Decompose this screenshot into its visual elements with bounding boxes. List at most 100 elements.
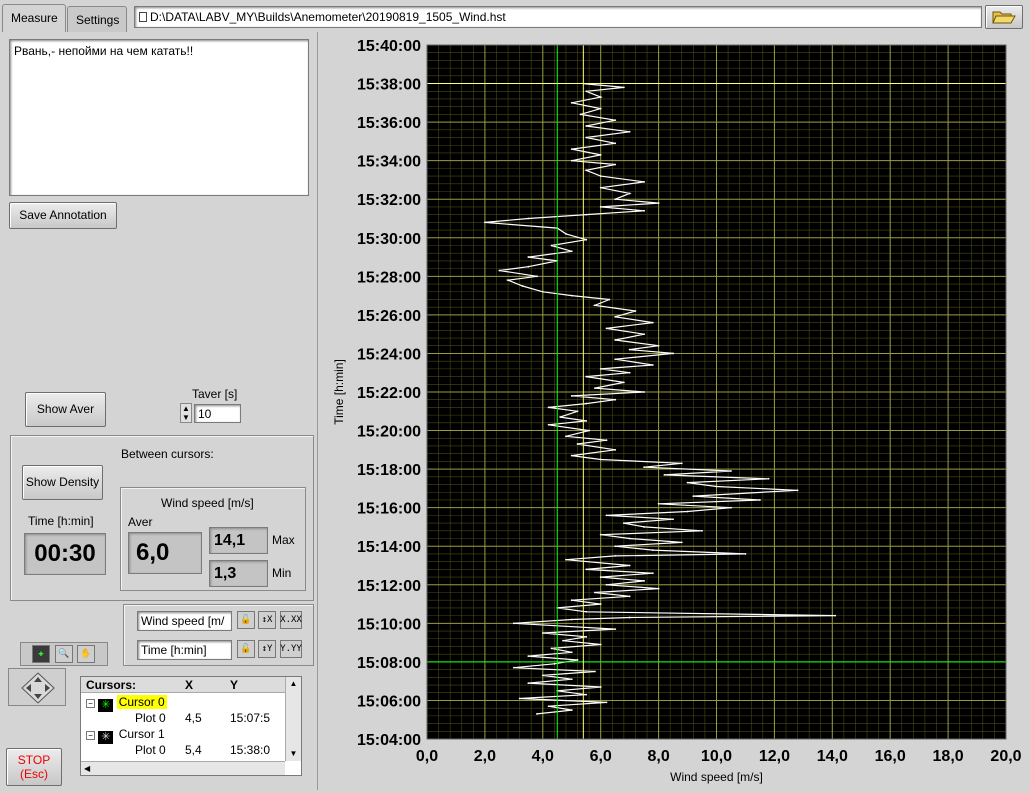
x-autoscale-icon[interactable]: ↕X: [258, 611, 276, 629]
data-point: [643, 391, 646, 393]
show-density-button[interactable]: Show Density: [22, 465, 103, 500]
spin-down-icon[interactable]: ▼: [182, 413, 190, 422]
data-point: [565, 435, 567, 438]
zoom-tool-icon[interactable]: 🔍: [55, 645, 73, 663]
data-point: [614, 198, 617, 201]
cursor1-row[interactable]: − ✳ Cursor 1: [86, 727, 167, 744]
data-point: [585, 420, 588, 422]
y-tick-label: 15:32:00: [357, 192, 421, 209]
data-point: [651, 572, 654, 575]
data-point: [527, 217, 530, 220]
y-lock-icon[interactable]: 🔓: [237, 640, 255, 658]
y-tick-label: 15:26:00: [357, 308, 421, 325]
data-point: [585, 693, 588, 696]
data-point: [599, 686, 602, 688]
collapse-icon[interactable]: −: [86, 699, 95, 708]
y-tick-label: 15:06:00: [357, 693, 421, 710]
data-point: [614, 448, 617, 451]
data-point: [579, 113, 582, 116]
cursor0-name: Cursor 0: [116, 695, 167, 709]
data-point: [614, 398, 617, 401]
data-point: [599, 603, 602, 605]
browse-button[interactable]: [985, 5, 1023, 29]
show-aver-button[interactable]: Show Aver: [25, 392, 106, 427]
tab-measure-label: Measure: [11, 11, 58, 25]
y-axis-name-field[interactable]: Time [h:min]: [137, 640, 232, 660]
file-path-field[interactable]: D:\DATA\LABV_MY\Builds\Anemometer\201908…: [134, 6, 982, 28]
x-axis-name-field[interactable]: Wind speed [m/: [137, 611, 232, 631]
y-tick-label: 15:12:00: [357, 578, 421, 595]
x-tick-label: 16,0: [875, 748, 906, 765]
x-format-label: X.XX: [280, 615, 302, 625]
data-point: [605, 514, 608, 517]
tab-measure[interactable]: Measure: [2, 4, 66, 32]
data-point: [599, 153, 602, 156]
data-point: [767, 477, 770, 480]
data-point: [614, 142, 617, 145]
y-tick-label: 15:18:00: [357, 462, 421, 479]
y-autoscale-icon[interactable]: ↕Y: [258, 640, 276, 658]
stop-label: STOP: [17, 753, 51, 767]
x-tick-label: 2,0: [474, 748, 496, 765]
data-point: [585, 125, 588, 127]
scroll-down-icon[interactable]: ▼: [286, 747, 301, 761]
data-point: [643, 580, 646, 582]
y-tick-label: 15:30:00: [357, 231, 421, 248]
data-point: [570, 618, 573, 621]
data-point: [576, 443, 579, 445]
stop-button[interactable]: STOP (Esc): [6, 748, 62, 786]
data-point: [536, 275, 538, 278]
data-point: [686, 481, 689, 484]
x-lock-icon[interactable]: 🔓: [237, 611, 255, 629]
data-point: [527, 256, 530, 258]
data-point: [562, 639, 564, 642]
taver-spinner[interactable]: ▲ ▼: [180, 403, 192, 423]
data-point: [570, 250, 573, 253]
data-point: [622, 522, 625, 524]
collapse-icon[interactable]: −: [86, 731, 95, 740]
wind-speed-chart[interactable]: 0,0 2,0 4,0 6,0 8,0 10,0 12,0 14,0 16,0 18,0 20,0 1…: [320, 34, 1028, 790]
cursor0-plot-row: Plot 0: [135, 711, 166, 725]
data-point: [599, 533, 602, 536]
data-point: [796, 489, 799, 492]
data-point: [541, 290, 544, 293]
data-point: [657, 202, 660, 204]
data-point: [599, 186, 602, 189]
tab-settings[interactable]: Settings: [67, 6, 127, 32]
x-tick-label: 6,0: [590, 748, 612, 765]
scroll-left-icon[interactable]: ◀: [84, 764, 90, 773]
data-point: [628, 564, 631, 567]
y-tick-label: 15:38:00: [357, 77, 421, 94]
cursor1-name: Cursor 1: [118, 727, 165, 741]
min-value: 1,3: [214, 564, 237, 582]
cursor-mover[interactable]: [8, 668, 66, 706]
data-point: [605, 583, 608, 586]
cursor1-swatch-icon: ✳: [98, 731, 114, 744]
data-point: [527, 655, 530, 658]
stop-shortcut: (Esc): [20, 767, 48, 781]
file-icon: [139, 12, 147, 22]
data-point: [570, 599, 573, 602]
annotation-textarea[interactable]: Рвань,- непойми на чем катать!!: [9, 39, 309, 196]
data-point: [730, 470, 732, 472]
data-point: [594, 304, 596, 307]
cursor-tool-icon[interactable]: ✚: [32, 645, 50, 663]
header-y: Y: [230, 678, 239, 692]
taver-input[interactable]: 10: [194, 404, 241, 423]
save-annotation-button[interactable]: Save Annotation: [9, 202, 117, 229]
data-point: [570, 294, 573, 297]
wind-speed-group-label: Wind speed [m/s]: [161, 496, 254, 510]
y-tick-label: 15:08:00: [357, 655, 421, 672]
data-point: [605, 327, 608, 330]
cursor0-row[interactable]: − ✳ Cursor 0: [86, 695, 167, 712]
scroll-up-icon[interactable]: ▲: [286, 677, 301, 691]
spin-up-icon[interactable]: ▲: [182, 404, 190, 413]
table-hscrollbar[interactable]: ◀: [81, 761, 285, 775]
data-point: [657, 502, 660, 505]
pan-tool-icon[interactable]: ✋: [77, 645, 95, 663]
x-format-icon[interactable]: X.XX: [280, 611, 302, 629]
table-vscrollbar[interactable]: ▲ ▼: [285, 677, 301, 761]
time-label: Time [h:min]: [28, 514, 94, 528]
y-format-icon[interactable]: Y.YY: [280, 640, 302, 658]
data-point: [643, 466, 646, 469]
